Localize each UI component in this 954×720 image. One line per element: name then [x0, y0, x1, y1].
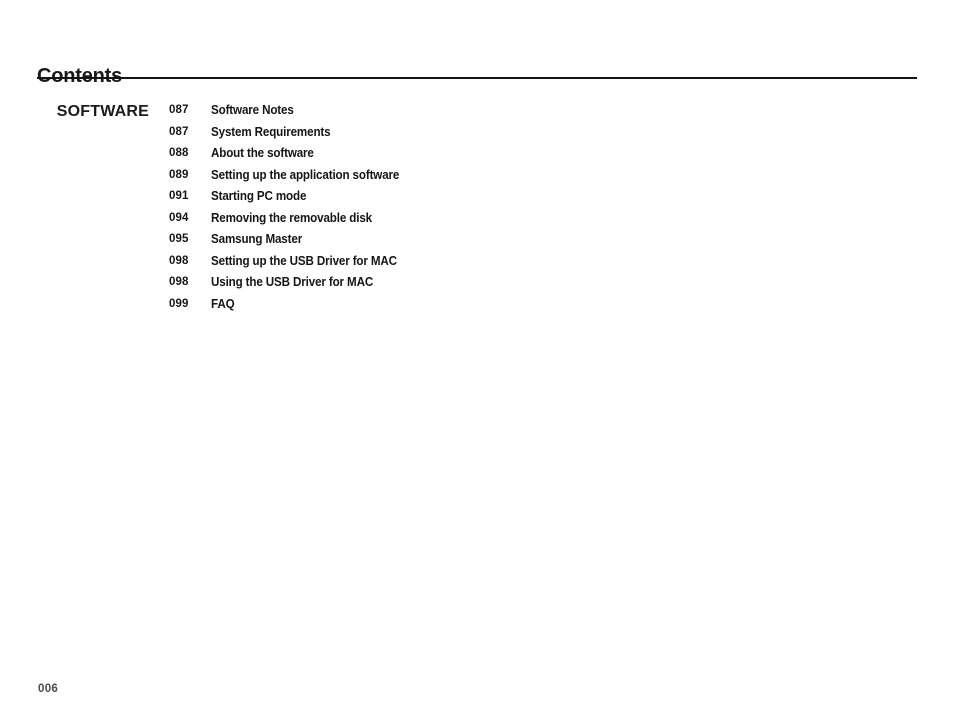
page-number: 006 — [38, 683, 59, 695]
title-divider — [37, 77, 917, 79]
toc-entry[interactable]: 087 Software Notes — [169, 100, 869, 122]
toc-entry-title: Using the USB Driver for MAC — [211, 275, 374, 289]
toc-entry-page: 091 — [169, 190, 189, 202]
toc-entry-title: About the software — [211, 146, 314, 160]
toc-entry-title: Starting PC mode — [211, 189, 307, 203]
toc-entry-title: Setting up the USB Driver for MAC — [211, 253, 397, 268]
toc-entry-title: FAQ — [211, 296, 235, 311]
toc-entry-page: 087 — [169, 125, 189, 138]
contents-section-software: SOFTWARE 087 Software Notes 087 System Requ… — [0, 100, 954, 315]
toc-entry[interactable]: 089 Setting up the application software — [169, 165, 869, 187]
entry-list: 087 Software Notes 087 System Requirements 0… — [169, 100, 869, 315]
toc-entry-title: Samsung Master — [211, 232, 303, 246]
toc-entry[interactable]: 095 Samsung Master — [169, 229, 869, 251]
toc-entry-page: 087 — [169, 104, 189, 116]
toc-entry[interactable]: 098 Setting up the USB Driver for MAC — [169, 251, 869, 273]
toc-entry-title: Removing the removable disk — [211, 210, 372, 225]
toc-entry-page: 094 — [169, 211, 189, 224]
toc-entry[interactable]: 099 FAQ — [169, 294, 869, 316]
toc-entry-page: 098 — [169, 276, 189, 288]
toc-entry-title: Software Notes — [211, 103, 294, 117]
toc-entry[interactable]: 088 About the software — [169, 143, 869, 165]
toc-entry-page: 088 — [169, 147, 189, 159]
toc-entry-title: System Requirements — [211, 124, 331, 139]
toc-entry-page: 098 — [169, 254, 189, 267]
toc-entry[interactable]: 098 Using the USB Driver for MAC — [169, 272, 869, 294]
toc-entry-page: 099 — [169, 297, 189, 310]
section-label: SOFTWARE — [56, 103, 149, 120]
contents-page: Contents SOFTWARE 087 Software Notes 087 Sy… — [0, 0, 954, 720]
contents-list: SOFTWARE 087 Software Notes 087 System Requ… — [0, 100, 954, 315]
toc-entry-title: Setting up the application software — [211, 167, 400, 182]
toc-entry[interactable]: 091 Starting PC mode — [169, 186, 869, 208]
toc-entry-page: 095 — [169, 233, 189, 245]
toc-entry[interactable]: 087 System Requirements — [169, 122, 869, 144]
toc-entry-page: 089 — [169, 168, 189, 181]
toc-entry[interactable]: 094 Removing the removable disk — [169, 208, 869, 230]
